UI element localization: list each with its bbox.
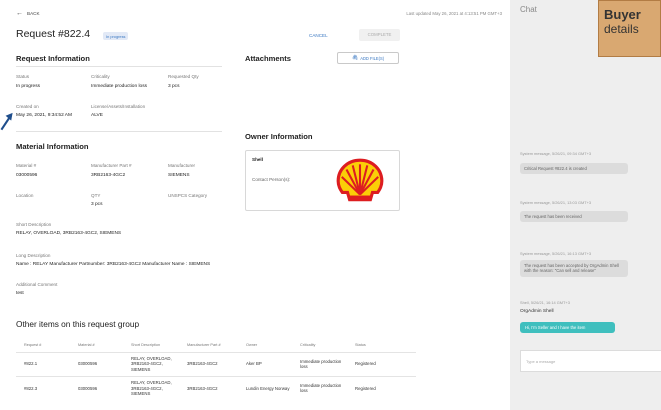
status-label: Status [16,74,30,79]
table-row[interactable]: #822.3 03000596 RELAY, OVERLOAD, 3RB2163… [16,375,416,400]
license-value: ALVE [91,113,103,118]
column-header: Manufacturer Part # [187,343,221,348]
table-cell: RELAY, OVERLOAD, 3RB2163-4GC2, SIEMENS [123,375,179,400]
long-description-value: Name : RELAY Manufacturer Partnumber: 3R… [16,262,211,267]
manufacturer-part-label: Manufacturer Part # [91,163,132,168]
short-description-label: Short Description [16,222,52,227]
owner-card: Shell Contact Person(s): [245,150,400,211]
created-on-value: May 26, 2021, 9:34:52 AM [16,113,73,118]
other-items-table: Request # Material # Short Description M… [16,339,416,400]
message-input[interactable]: Type a message [520,350,661,372]
callout-title: Buyer [604,7,641,22]
chat-panel: Chat Buyer details System message, 5/26/… [510,0,661,410]
divider [16,131,222,132]
table-row[interactable]: #822.1 03000596 RELAY, OVERLOAD, 3RB2163… [16,351,416,376]
material-number-value: 03000596 [16,173,38,178]
attachments-heading: Attachments [245,54,291,63]
table-cell: #822.1 [16,351,70,376]
callout-subtitle: details [604,22,639,36]
requested-qty-value: 3 pcs [168,84,180,89]
manufacturer-label: Manufacturer [168,163,196,168]
table-header-row: Request # Material # Short Description M… [16,339,416,352]
manufacturer-part-value: 3RB2163-4GC2 [91,173,126,178]
table-cell: 3RB2163-4GC2 [179,351,238,376]
add-files-button[interactable]: 🖇 ADD FILE(S) [337,52,399,64]
shell-logo-icon [336,158,384,202]
page-title: Request #822.4 [16,28,91,40]
request-detail-panel: ← BACK Last updated May 26, 2021 at 4:13… [0,0,510,410]
column-header: Material # [78,343,95,348]
other-items-heading: Other items on this request group [16,319,140,329]
short-description-value: RELAY, OVERLOAD, 3RB2163-4GC2, SIEMENS [16,231,122,236]
requested-qty-label: Requested Qty [168,74,199,79]
location-label: Location [16,193,34,198]
column-header: Status [355,343,366,348]
long-description-label: Long Description [16,253,51,258]
manufacturer-value: SIEMENS [168,173,190,178]
buyer-details-callout: Buyer details [598,0,661,57]
back-label: BACK [27,11,40,16]
message-sender: OrgAdmin Shell [520,309,554,314]
material-info-heading: Material Information [16,142,89,151]
cancel-button[interactable]: CANCEL [309,33,328,38]
owner-info-heading: Owner Information [245,132,313,141]
table-cell: 03000596 [70,375,123,400]
created-on-label: Created on [16,104,39,109]
chat-title: Chat [520,5,537,14]
back-button[interactable]: ← BACK [16,10,40,17]
divider [16,66,222,67]
criticality-value: Immediate production loss [91,84,147,89]
table-cell: Immediate production loss [292,375,347,400]
request-info-heading: Request Information [16,54,90,63]
status-value: In progress [16,84,40,89]
table-cell: 3RB2163-4GC2 [179,375,238,400]
column-header: Request # [24,343,42,348]
message-input-placeholder: Type a message [526,359,556,364]
table-cell: Lundin Energy Norway [238,375,292,400]
status-badge: In progress [103,32,129,40]
user-message: Hi, I'm Seller and I have the item [520,322,615,334]
additional-comment-value: test [16,291,24,296]
system-message: The request has been received [520,211,628,223]
qty-label: QTY [91,193,101,198]
last-updated: Last updated May 26, 2021 at 4:13:51 PM … [406,11,502,16]
complete-button[interactable]: COMPLETE [359,29,400,41]
arrow-left-icon: ← [16,10,23,17]
column-header: Owner [246,343,258,348]
table-cell: Registered [347,351,416,376]
criticality-label: Criticality [91,74,110,79]
material-number-label: Material # [16,163,37,168]
license-label: License/Assets/Installation [91,104,146,109]
message-meta: Shell, 5/26/21, 16:14 GMT+3 [520,300,570,305]
arrow-pointer-icon [0,112,13,131]
qty-value: 3 pcs [91,202,103,207]
table-cell: Aker BP [238,351,292,376]
owner-name: Shell [252,157,263,162]
table-cell: RELAY, OVERLOAD, 3RB2163-4GC2, SIEMENS [123,351,179,376]
system-message: The request has been accepted by OrgAdmi… [520,260,628,277]
system-message: Critical Request #822.4 is created [520,163,628,175]
paperclip-icon: 🖇 [351,54,359,61]
column-header: Short Description [131,343,161,348]
additional-comment-label: Additional Comment [16,282,58,287]
column-header: Criticality [300,343,316,348]
add-files-label: ADD FILE(S) [360,55,385,61]
message-meta: System message, 5/26/21, 16:13 GMT+3 [520,251,592,256]
unspsc-label: UNSPCS Category [168,193,208,198]
table-cell: #822.3 [16,375,70,400]
message-meta: System message, 5/26/21, 09:34 GMT+3 [520,151,592,156]
table-cell: Immediate production loss [292,351,347,376]
contact-person-label: Contact Person(s): [252,177,291,182]
table-cell: Registered [347,375,416,400]
table-cell: 03000596 [70,351,123,376]
message-meta: System message, 5/26/21, 13:03 GMT+3 [520,200,592,205]
